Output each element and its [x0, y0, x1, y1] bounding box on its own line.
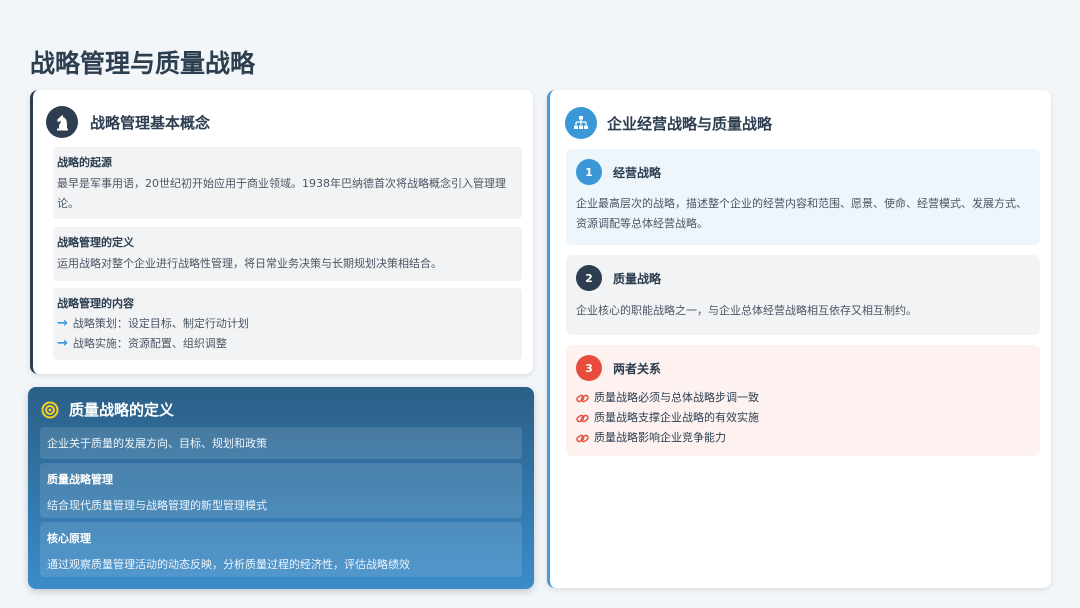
- chess-knight-icon: [46, 106, 78, 138]
- quality-intro: 企业关于质量的发展方向、目标、规划和政策: [40, 427, 522, 459]
- relation-links: 质量战略必须与总体战略步调一致 质量战略支撑企业战略的有效实施 质量战略影响企业…: [576, 388, 759, 448]
- concept-content: 战略管理的内容 → 战略策划：设定目标、制定行动计划 → 战略实施：资源配置、组…: [53, 288, 522, 360]
- target-icon: [41, 401, 59, 419]
- link-icon: [576, 394, 589, 402]
- quality-item: 核心原理 通过观察质量管理活动的动态反映，分析质量过程的经济性，评估战略绩效: [40, 522, 522, 577]
- relation-section: 2 质量战略 企业核心的职能战略之一，与企业总体经营战略相互依存又相互制约。: [566, 255, 1040, 335]
- relation-link-item: 质量战略支撑企业战略的有效实施: [576, 408, 759, 428]
- quality-item-title: 质量战略管理: [47, 473, 113, 486]
- section-number-badge: 2: [576, 265, 602, 291]
- page-title: 战略管理与质量战略: [30, 49, 256, 78]
- section-desc: 企业核心的职能战略之一，与企业总体经营战略相互依存又相互制约。: [576, 304, 917, 317]
- concepts-title: 战略管理基本概念: [90, 113, 211, 132]
- quality-title: 质量战略的定义: [69, 401, 175, 419]
- concept-item: 战略管理的定义 运用战略对整个企业进行战略性管理，将日常业务决策与长期规划决策相…: [53, 227, 522, 281]
- section-title: 经营战略: [613, 165, 662, 180]
- section-title: 两者关系: [613, 361, 662, 376]
- link-icon: [576, 414, 589, 422]
- sitemap-icon: [565, 107, 597, 139]
- concept-content-title: 战略管理的内容: [57, 297, 134, 310]
- relation-header: 企业经营战略与质量战略: [565, 107, 772, 139]
- section-desc: 企业最高层次的战略，描述整个企业的经营内容和范围、愿景、使命、经营模式、发展方式…: [576, 197, 1027, 230]
- concept-item-title: 战略管理的定义: [57, 236, 134, 249]
- section-header: 1 经营战略: [576, 159, 661, 185]
- quality-item: 质量战略管理 结合现代质量管理与战略管理的新型管理模式: [40, 463, 522, 518]
- relation-section: 3 两者关系 质量战略必须与总体战略步调一致 质量战略支撑企业战略的有效实施 质…: [566, 345, 1040, 456]
- relation-section: 1 经营战略 企业最高层次的战略，描述整个企业的经营内容和范围、愿景、使命、经营…: [566, 149, 1040, 245]
- arrow-right-icon: →: [57, 336, 68, 351]
- concept-item-desc: 最早是军事用语，20世纪初开始应用于商业领域。1938年巴纳德首次将战略概念引入…: [57, 177, 506, 210]
- relation-link-item: 质量战略必须与总体战略步调一致: [576, 388, 759, 408]
- quality-item-desc: 通过观察质量管理活动的动态反映，分析质量过程的经济性，评估战略绩效: [47, 558, 410, 571]
- concept-item: 战略的起源 最早是军事用语，20世纪初开始应用于商业领域。1938年巴纳德首次将…: [53, 147, 522, 219]
- strategy-concepts-card: 战略管理基本概念 战略的起源 最早是军事用语，20世纪初开始应用于商业领域。19…: [30, 90, 533, 374]
- relation-card: 企业经营战略与质量战略 1 经营战略 企业最高层次的战略，描述整个企业的经营内容…: [547, 90, 1051, 588]
- quality-header: 质量战略的定义: [41, 399, 174, 420]
- concept-item-title: 战略的起源: [57, 156, 112, 169]
- relation-title: 企业经营战略与质量战略: [607, 114, 773, 133]
- quality-item-desc: 结合现代质量管理与战略管理的新型管理模式: [47, 499, 267, 512]
- content-bullet: → 战略实施：资源配置、组织调整: [57, 334, 518, 354]
- arrow-right-icon: →: [57, 316, 68, 331]
- quality-item-title: 核心原理: [47, 532, 91, 545]
- section-header: 2 质量战略: [576, 265, 661, 291]
- content-bullet: → 战略策划：设定目标、制定行动计划: [57, 314, 518, 334]
- section-title: 质量战略: [613, 271, 662, 286]
- link-icon: [576, 434, 589, 442]
- concept-item-desc: 运用战略对整个企业进行战略性管理，将日常业务决策与长期规划决策相结合。: [57, 257, 442, 270]
- concepts-header: 战略管理基本概念: [46, 106, 210, 138]
- section-number-badge: 1: [576, 159, 602, 185]
- section-number-badge: 3: [576, 355, 602, 381]
- relation-link-item: 质量战略影响企业竞争能力: [576, 428, 759, 448]
- quality-strategy-card: 质量战略的定义 企业关于质量的发展方向、目标、规划和政策 质量战略管理 结合现代…: [28, 387, 534, 589]
- section-header: 3 两者关系: [576, 355, 661, 381]
